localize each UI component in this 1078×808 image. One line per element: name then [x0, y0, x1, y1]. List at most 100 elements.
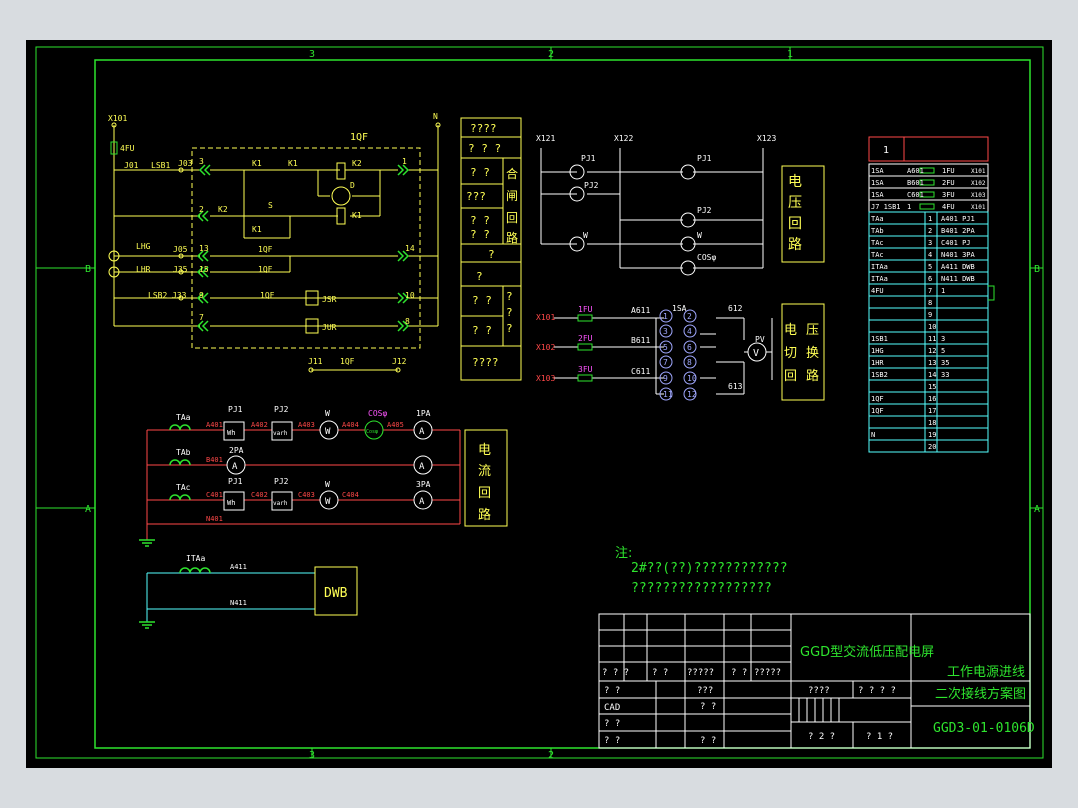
terminal-m: 6 — [928, 275, 932, 283]
terminal-r: N401 3PA — [941, 251, 976, 259]
vc-lamp-4: W — [583, 231, 588, 240]
lbl-t1: 1 — [402, 157, 407, 166]
sw-title-3: 换 — [806, 346, 819, 361]
terminal-r: 3 — [941, 335, 945, 343]
dwb-ct: ITAa — [186, 554, 205, 563]
terminal-r: 33 — [941, 371, 949, 379]
notes-title: 注: — [615, 546, 632, 561]
lbl-lsb2: LSB2 — [148, 291, 167, 300]
terminal-r: C401 PJ — [941, 239, 971, 247]
terminal-m: 11 — [928, 335, 936, 343]
switch-contact-label: 5 — [663, 343, 668, 352]
lbl-d: D — [350, 181, 355, 190]
terminal-r: A411 DWB — [941, 263, 975, 271]
ctl-node-left: X101 — [108, 114, 127, 123]
switch-contact-label: 3 — [663, 327, 668, 336]
cc-r0-1pa: 1PA — [416, 409, 431, 418]
terminal-r: 2FU — [942, 179, 955, 187]
lbl-qf1: 1QF — [258, 245, 273, 254]
terminal-m: 2 — [928, 227, 932, 235]
cc-sym-wh-1: Wh — [227, 499, 235, 507]
terminal-m: 3 — [928, 239, 932, 247]
cc-r2-w3: C403 — [298, 491, 315, 499]
ft-side-3: 路 — [506, 230, 518, 245]
zone-top-2: 2 — [548, 49, 554, 60]
cc-r2-pj2: PJ2 — [274, 477, 289, 486]
tb-cad: CAD — [604, 703, 620, 713]
lbl-t13: 13 — [199, 244, 209, 253]
ft-side-0: 合 — [506, 166, 518, 181]
switch-contact-label: 1 — [663, 312, 668, 321]
terminal-l: TAb — [871, 227, 884, 235]
terminal-l: TAc — [871, 239, 884, 247]
cc-title-2: 回 — [478, 486, 491, 501]
notes-line-1: 2#??(??)???????????? — [631, 561, 788, 576]
ft-row-side-a: ? — [506, 290, 513, 303]
tb-r1-3: ? ? — [731, 668, 747, 678]
cc-ct-1: TAb — [176, 448, 191, 457]
switch-contact-label: 10 — [687, 374, 697, 383]
tb-r4-0: ? ? — [604, 719, 620, 729]
cc-r1-w1: B401 — [206, 456, 223, 464]
terminal-x: X101 — [971, 168, 986, 175]
terminal-x: X102 — [971, 180, 986, 187]
cc-r2-3pa: 3PA — [416, 480, 431, 489]
cc-r2-w2: C402 — [251, 491, 268, 499]
cc-r0-pj2: PJ2 — [274, 405, 289, 414]
lbl-j12: J12 — [392, 357, 407, 366]
cc-sym-wh-0: Wh — [227, 429, 235, 437]
cc-sym-a-1: A — [232, 462, 238, 472]
terminal-l: 1HR — [871, 359, 884, 367]
sw-input-2: X103 — [536, 374, 555, 383]
lbl-qf3: 1QF — [260, 291, 275, 300]
sw-meter: PV — [755, 335, 765, 344]
tb-project: GGD型交流低压配电屏 — [800, 644, 934, 660]
terminal-m: 12 — [928, 347, 936, 355]
lbl-t2: 2 — [199, 205, 204, 214]
tb-r1-0: ? ? ? — [602, 668, 629, 678]
terminal-r: 3FU — [942, 191, 955, 199]
cc-sym-w-1: W — [325, 497, 331, 507]
vc-lamp-1: PJ2 — [584, 181, 599, 190]
tb-header-text: 1 — [883, 145, 889, 156]
cc-r0-w2: A402 — [251, 421, 268, 429]
cc-r0-w5: A405 — [387, 421, 404, 429]
terminal-l: TAc — [871, 251, 884, 259]
cc-r2-w1: C401 — [206, 491, 223, 499]
lbl-j05: J05 — [173, 245, 188, 254]
lbl-j11: J11 — [308, 357, 323, 366]
ft-row-4b: ? ? — [470, 228, 490, 241]
ft-row-2: ? ? — [470, 166, 490, 179]
switch-contact-label: 11 — [663, 390, 673, 399]
cc-sym-varh-1: varh — [273, 500, 288, 507]
ctl-node-right: N — [433, 112, 438, 121]
lbl-jur: JUR — [322, 323, 337, 332]
sw-phase-2: C611 — [631, 367, 650, 376]
lbl-t8: 8 — [405, 317, 410, 326]
ft-row-1: ? ? ? — [468, 142, 501, 155]
terminal-m: 5 — [928, 263, 932, 271]
terminal-l: ITAa — [871, 263, 888, 271]
vc-title-2: 回 — [788, 216, 802, 232]
ft-row-3: ??? — [466, 190, 486, 203]
vc-node-2: X123 — [757, 134, 776, 143]
ft-row-8: ? ? — [472, 324, 492, 337]
lbl-t7: 7 — [199, 313, 204, 322]
terminal-x: X103 — [971, 192, 986, 199]
ctl-title: 1QF — [350, 132, 368, 143]
vc-node-1: X122 — [614, 134, 633, 143]
cc-title-3: 路 — [478, 507, 491, 523]
cc-r0-w4: A404 — [342, 421, 359, 429]
ft-row-0: ???? — [470, 122, 497, 135]
lbl-lhr: LHR — [136, 265, 151, 274]
terminal-x: X101 — [971, 204, 986, 211]
tb-name-1: 工作电源进线 — [947, 665, 1025, 680]
zone-left-b: B — [85, 264, 91, 275]
sw-switch: 1SA — [672, 304, 687, 313]
notes-line-2: ?????????????????? — [631, 581, 772, 596]
cc-neutral: N401 — [206, 515, 223, 523]
terminal-l: 1SA — [871, 191, 884, 199]
lbl-t15: 15 — [199, 265, 209, 274]
ctl-fuse: 4FU — [120, 144, 135, 153]
terminal-l: J7 1SB1 — [871, 203, 901, 211]
